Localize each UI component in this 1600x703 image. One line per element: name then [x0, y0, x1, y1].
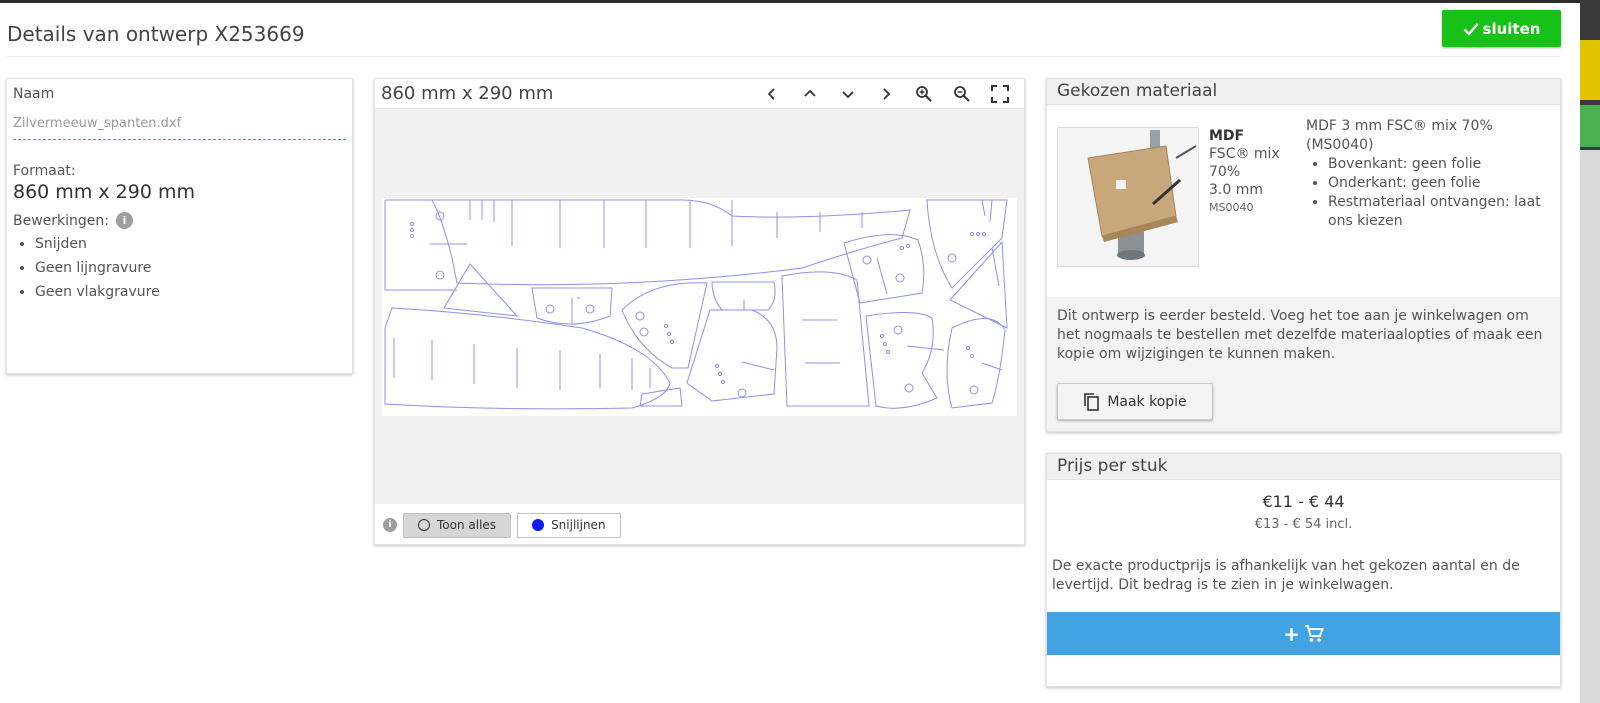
viewer-dimensions: 860 mm x 290 mm [381, 83, 554, 104]
zoom-out-icon[interactable] [944, 81, 980, 107]
cut-line-color-icon [532, 519, 545, 531]
design-drawing [382, 198, 1017, 416]
viewer-toolbar [754, 81, 1018, 107]
close-button-label: sluiten [1482, 19, 1541, 38]
chevron-up-icon[interactable] [792, 81, 828, 107]
design-info-card: Naam Zilvermeeuw_spanten.dxf Formaat: 86… [6, 78, 353, 374]
reorder-section: Dit ontwerp is eerder besteld. Voeg het … [1047, 297, 1560, 431]
list-item: Geen lijngravure [35, 256, 346, 280]
zoom-in-icon[interactable] [906, 81, 942, 107]
window-top-strip [0, 0, 1600, 3]
header-divider [7, 56, 1560, 57]
material-features: Bovenkant: geen folie Onderkant: geen fo… [1306, 155, 1556, 231]
cart-icon [1304, 624, 1324, 642]
list-item: Geen vlakgravure [35, 280, 346, 304]
design-viewer: 860 mm x 290 mm i Toon alles Snijlijnen [374, 78, 1025, 545]
list-item: Restmateriaal ontvangen: laat ons kiezen [1328, 193, 1556, 231]
background-edge [1580, 0, 1600, 703]
format-label: Formaat: [13, 163, 76, 179]
close-button[interactable]: sluiten [1442, 10, 1561, 47]
chevron-left-icon[interactable] [754, 81, 790, 107]
info-icon[interactable]: i [383, 518, 397, 532]
show-all-label: Toon alles [437, 518, 497, 532]
reorder-note: Dit ontwerp is eerder besteld. Voeg het … [1057, 308, 1543, 362]
material-summary: MDF FSC® mix 70% 3.0 mm MS0040 [1209, 127, 1299, 217]
check-icon [1463, 22, 1478, 36]
material-image [1057, 127, 1199, 267]
processing-list: Snijden Geen lijngravure Geen vlakgravur… [13, 232, 346, 304]
material-short-name: MDF [1209, 128, 1245, 144]
material-heading: Gekozen materiaal [1047, 79, 1560, 105]
chevron-down-icon[interactable] [830, 81, 866, 107]
page-title: Details van ontwerp X253669 [7, 22, 305, 46]
format-value: 860 mm x 290 mm [13, 181, 195, 203]
cut-lines-button[interactable]: Snijlijnen [517, 512, 621, 538]
price-card: Prijs per stuk €11 - € 44 €13 - € 54 inc… [1046, 453, 1561, 687]
fullscreen-icon[interactable] [982, 81, 1018, 107]
list-item: Snijden [35, 232, 346, 256]
add-to-cart-label: + [1283, 621, 1300, 646]
material-thickness: 3.0 mm [1209, 182, 1263, 198]
name-label: Naam [13, 86, 55, 102]
material-short-desc: FSC® mix 70% [1209, 146, 1280, 180]
price-note: De exacte productprijs is afhankelijk va… [1052, 558, 1520, 593]
price-range-incl: €13 - € 54 incl. [1254, 517, 1353, 532]
material-full-name: MDF 3 mm FSC® mix 70% (MS0040) [1306, 118, 1493, 153]
name-field[interactable]: Zilvermeeuw_spanten.dxf [13, 116, 346, 140]
show-all-button[interactable]: Toon alles [403, 512, 512, 538]
list-item: Onderkant: geen folie [1328, 174, 1556, 193]
price-heading: Prijs per stuk [1047, 454, 1560, 480]
circle-outline-icon [418, 519, 430, 531]
material-details: MDF 3 mm FSC® mix 70% (MS0040) Bovenkant… [1306, 117, 1556, 231]
price-range: €11 - € 44 [1262, 492, 1345, 511]
cut-lines-label: Snijlijnen [551, 518, 606, 532]
processing-label: Bewerkingen: [13, 212, 109, 229]
viewer-canvas[interactable] [375, 110, 1024, 504]
make-copy-label: Maak kopie [1107, 393, 1187, 410]
material-code: MS0040 [1209, 201, 1254, 214]
material-card: Gekozen materiaal MDF FSC® mix 70% 3.0 m… [1046, 78, 1561, 432]
add-to-cart-button[interactable]: + [1047, 612, 1560, 655]
chevron-right-icon[interactable] [868, 81, 904, 107]
make-copy-button[interactable]: Maak kopie [1057, 383, 1213, 420]
list-item: Bovenkant: geen folie [1328, 155, 1556, 174]
info-icon[interactable]: i [116, 212, 133, 229]
copy-icon [1084, 392, 1100, 411]
